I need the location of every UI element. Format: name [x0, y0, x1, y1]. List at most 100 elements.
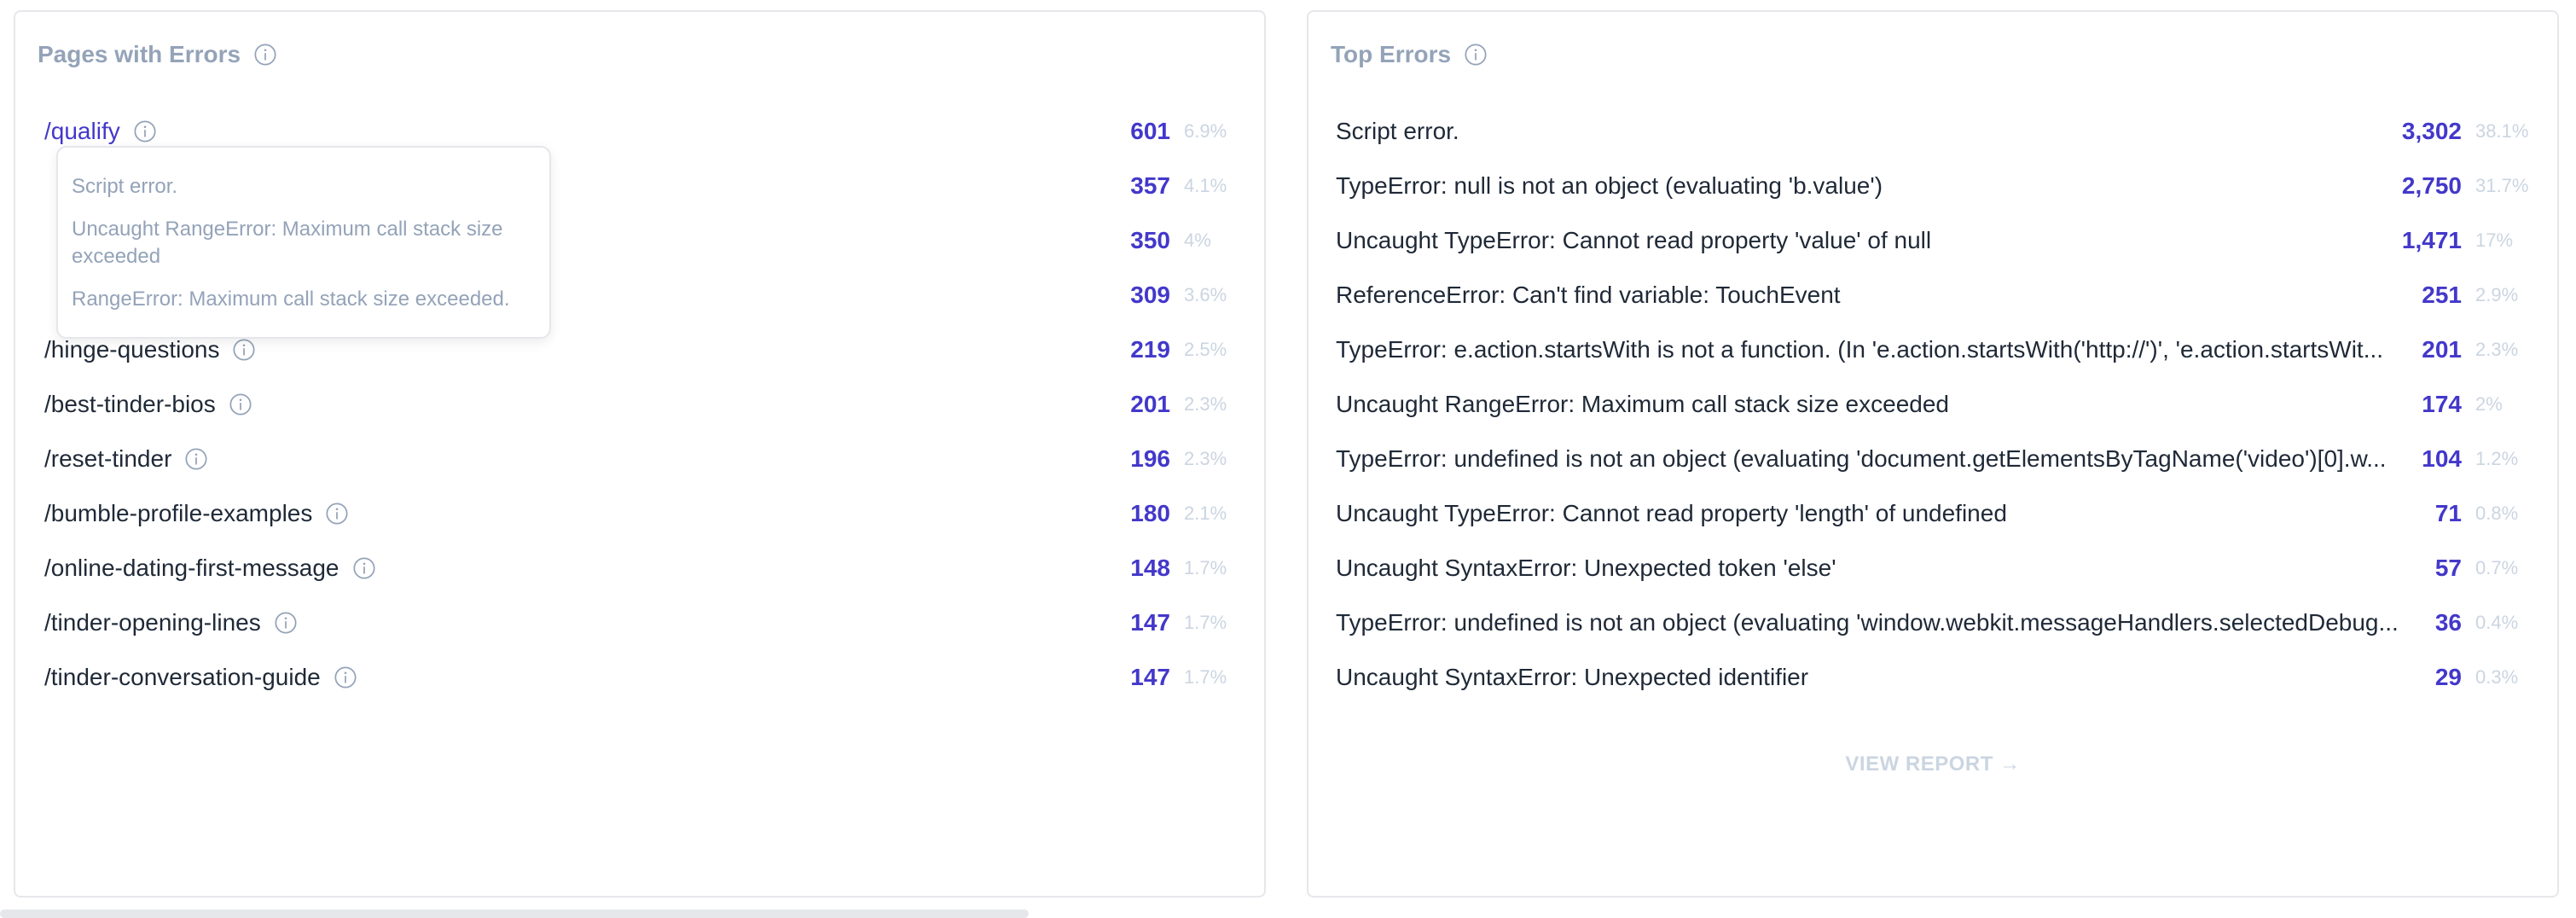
error-row[interactable]: Uncaught RangeError: Maximum call stack …	[1308, 377, 2557, 432]
page-error-percent: 1.7%	[1184, 612, 1227, 633]
error-percent: 17%	[2475, 230, 2514, 251]
error-count: 57	[2434, 555, 2462, 581]
page-errors-tooltip: Script error. Uncaught RangeError: Maxim…	[56, 146, 551, 339]
page-link[interactable]: /hinge-questions	[44, 336, 219, 363]
info-icon[interactable]	[132, 119, 158, 144]
page-row[interactable]: /reset-tinder 196 2.3%	[15, 432, 1264, 486]
error-message: TypeError: null is not an object (evalua…	[1336, 172, 1883, 199]
error-row[interactable]: Uncaught SyntaxError: Unexpected token '…	[1308, 541, 2557, 596]
error-count: 201	[2422, 336, 2462, 363]
error-row[interactable]: TypeError: e.action.startsWith is not a …	[1308, 322, 2557, 377]
page-row[interactable]: /tinder-opening-lines 147 1.7%	[15, 596, 1264, 650]
horizontal-scrollbar[interactable]	[0, 909, 1029, 918]
error-label-wrap: Uncaught RangeError: Maximum call stack …	[1336, 391, 2422, 418]
error-row[interactable]: Script error. 3,302 38.1%	[1308, 104, 2557, 159]
error-label-wrap: Uncaught SyntaxError: Unexpected token '…	[1336, 555, 2435, 582]
page-row[interactable]: /tinder-conversation-guide 147 1.7%	[15, 650, 1264, 705]
error-label-wrap: Uncaught TypeError: Cannot read property…	[1336, 500, 2435, 527]
page-error-count: 219	[1130, 336, 1170, 363]
error-percent: 2%	[2475, 393, 2503, 415]
page-error-count: 201	[1130, 391, 1170, 417]
error-row[interactable]: TypeError: null is not an object (evalua…	[1308, 159, 2557, 213]
page-label-wrap: /qualify	[44, 118, 1130, 145]
page-label-wrap: /tinder-opening-lines	[44, 609, 1130, 636]
page-error-percent: 4%	[1184, 230, 1211, 251]
error-row[interactable]: TypeError: undefined is not an object (e…	[1308, 596, 2557, 650]
page-row[interactable]: /best-tinder-bios 201 2.3%	[15, 377, 1264, 432]
error-label-wrap: ReferenceError: Can't find variable: Tou…	[1336, 282, 2422, 309]
info-icon[interactable]	[351, 555, 377, 581]
error-message: Uncaught SyntaxError: Unexpected token '…	[1336, 555, 1836, 581]
errors-panel-header: Top Errors	[1331, 31, 1488, 78]
error-message: TypeError: e.action.startsWith is not a …	[1336, 336, 2384, 363]
info-icon[interactable]	[324, 501, 350, 526]
error-percent: 38.1%	[2475, 120, 2529, 142]
error-percent: 0.8%	[2475, 503, 2519, 524]
page-link[interactable]: /best-tinder-bios	[44, 391, 216, 418]
error-label-wrap: TypeError: undefined is not an object (e…	[1336, 445, 2422, 473]
page-row[interactable]: /bumble-profile-examples 180 2.1%	[15, 486, 1264, 541]
error-label-wrap: TypeError: null is not an object (evalua…	[1336, 172, 2402, 200]
error-label-wrap: TypeError: e.action.startsWith is not a …	[1336, 336, 2422, 363]
error-row[interactable]: Uncaught SyntaxError: Unexpected identif…	[1308, 650, 2557, 705]
error-row[interactable]: Uncaught TypeError: Cannot read property…	[1308, 486, 2557, 541]
error-count: 104	[2422, 445, 2462, 472]
error-row[interactable]: Uncaught TypeError: Cannot read property…	[1308, 213, 2557, 268]
error-message: Uncaught TypeError: Cannot read property…	[1336, 227, 1932, 253]
tooltip-error-item: RangeError: Maximum call stack size exce…	[72, 288, 510, 311]
page-error-percent: 1.7%	[1184, 557, 1227, 578]
info-icon[interactable]	[228, 392, 253, 417]
page-error-count: 357	[1130, 172, 1170, 199]
error-count: 251	[2422, 282, 2462, 308]
page-error-percent: 4.1%	[1184, 175, 1227, 196]
tooltip-error-item: Uncaught RangeError: Maximum call stack …	[72, 218, 503, 268]
page-error-count: 196	[1130, 445, 1170, 472]
page-link[interactable]: /bumble-profile-examples	[44, 500, 312, 527]
page-label-wrap: /bumble-profile-examples	[44, 500, 1130, 527]
page-error-count: 350	[1130, 227, 1170, 253]
page-link[interactable]: /online-dating-first-message	[44, 555, 339, 582]
error-count: 36	[2434, 609, 2462, 636]
error-percent: 0.7%	[2475, 557, 2519, 578]
page-link[interactable]: /tinder-conversation-guide	[44, 664, 321, 691]
error-message: TypeError: undefined is not an object (e…	[1336, 609, 2399, 636]
page-label-wrap: /best-tinder-bios	[44, 391, 1130, 418]
error-message: Uncaught SyntaxError: Unexpected identif…	[1336, 664, 1809, 690]
page-link[interactable]: /qualify	[44, 118, 120, 145]
error-message: TypeError: undefined is not an object (e…	[1336, 445, 2387, 472]
error-percent: 0.4%	[2475, 612, 2519, 633]
page-label-wrap: /hinge-questions	[44, 336, 1130, 363]
errors-panel-title: Top Errors	[1331, 41, 1452, 67]
error-label-wrap: Uncaught TypeError: Cannot read property…	[1336, 227, 2402, 254]
page-label-wrap: /online-dating-first-message	[44, 555, 1130, 582]
page-error-count: 148	[1130, 555, 1170, 581]
error-row[interactable]: TypeError: undefined is not an object (e…	[1308, 432, 2557, 486]
info-icon[interactable]	[252, 42, 278, 67]
info-icon[interactable]	[273, 610, 299, 636]
page-link[interactable]: /reset-tinder	[44, 445, 171, 473]
page-error-percent: 2.1%	[1184, 503, 1227, 524]
page-row[interactable]: /online-dating-first-message 148 1.7%	[15, 541, 1264, 596]
pages-panel-header: Pages with Errors	[38, 31, 278, 78]
info-icon[interactable]	[333, 665, 358, 690]
page-label-wrap: /reset-tinder	[44, 445, 1130, 473]
page-error-percent: 3.6%	[1184, 284, 1227, 305]
page-error-count: 147	[1130, 609, 1170, 636]
info-icon[interactable]	[1463, 42, 1488, 67]
page-link[interactable]: /tinder-opening-lines	[44, 609, 261, 636]
error-label-wrap: Script error.	[1336, 118, 2402, 145]
top-errors-panel: Top Errors Script error. 3,302 38.1% Typ…	[1307, 10, 2559, 898]
info-icon[interactable]	[183, 446, 209, 472]
page-error-count: 180	[1130, 500, 1170, 526]
error-label-wrap: TypeError: undefined is not an object (e…	[1336, 609, 2435, 636]
error-count: 3,302	[2401, 118, 2462, 144]
error-percent: 31.7%	[2475, 175, 2529, 196]
page-error-percent: 6.9%	[1184, 120, 1227, 142]
error-message: Uncaught RangeError: Maximum call stack …	[1336, 391, 1949, 417]
error-percent: 2.3%	[2475, 339, 2519, 360]
view-report-link[interactable]: VIEW REPORT →	[1308, 752, 2557, 776]
page-error-percent: 2.5%	[1184, 339, 1227, 360]
error-message: Uncaught TypeError: Cannot read property…	[1336, 500, 2007, 526]
info-icon[interactable]	[231, 337, 257, 363]
error-row[interactable]: ReferenceError: Can't find variable: Tou…	[1308, 268, 2557, 322]
